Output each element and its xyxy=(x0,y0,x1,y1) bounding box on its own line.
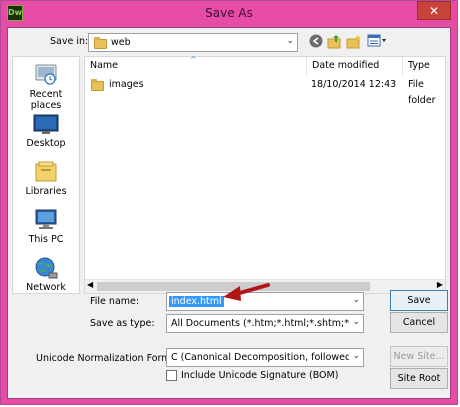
places-bar: Recent places Desktop Libraries This PC xyxy=(12,56,80,294)
save-as-type-label: Save as type: xyxy=(90,318,155,329)
unicode-normalization-value: C (Canonical Decomposition, followed by … xyxy=(171,352,349,363)
save-as-type-value: All Documents (*.htm;*.html;*.shtm;*.sht… xyxy=(171,318,349,329)
dialog-body: Save in: web ⌄ Recent places Desktop Lib… xyxy=(7,27,451,399)
libraries-icon xyxy=(33,160,59,184)
column-header-label: Date modified xyxy=(312,60,380,71)
scroll-left-icon[interactable]: ◀ xyxy=(87,280,93,289)
back-button[interactable] xyxy=(308,34,324,50)
save-in-label: Save in: xyxy=(50,36,89,47)
save-in-value: web xyxy=(111,37,131,48)
place-network[interactable]: Network xyxy=(13,256,79,293)
chevron-down-icon: ⌄ xyxy=(352,295,360,305)
place-label: Desktop xyxy=(26,138,66,149)
file-date-modified: 18/10/2014 12:43 xyxy=(311,79,397,90)
back-arrow-icon xyxy=(309,34,323,48)
place-recent-places[interactable]: Recent places xyxy=(13,63,79,111)
file-name: images xyxy=(109,79,144,90)
network-icon xyxy=(33,256,59,280)
save-button[interactable]: Save xyxy=(390,290,448,311)
save-as-dialog: Dw Save As ✕ Save in: web ⌄ Recent place… xyxy=(0,0,458,405)
cancel-button[interactable]: Cancel xyxy=(390,312,448,333)
file-name-label: File name: xyxy=(90,296,140,307)
scroll-right-icon[interactable]: ▶ xyxy=(437,280,443,289)
column-header-type[interactable]: Type xyxy=(403,57,447,75)
column-header-label: Name xyxy=(90,60,119,71)
view-details-icon xyxy=(367,34,386,47)
place-desktop[interactable]: Desktop xyxy=(13,112,79,149)
unicode-normalization-label: Unicode Normalization Form: xyxy=(36,353,174,364)
close-icon: ✕ xyxy=(428,4,440,18)
view-menu-button[interactable] xyxy=(366,34,388,50)
place-label: Recent places xyxy=(29,89,63,111)
desktop-icon xyxy=(33,112,59,136)
save-as-type-dropdown[interactable]: All Documents (*.htm;*.html;*.shtm;*.sht… xyxy=(166,314,364,333)
up-folder-icon xyxy=(327,35,341,49)
place-label: Network xyxy=(26,282,66,293)
place-libraries[interactable]: Libraries xyxy=(13,160,79,197)
chevron-down-icon: ⌄ xyxy=(352,351,360,361)
create-new-folder-button[interactable] xyxy=(346,34,362,50)
annotation-arrow-icon xyxy=(223,283,270,301)
column-header-name[interactable]: Name ^ xyxy=(85,55,307,75)
title-bar[interactable]: Dw Save As ✕ xyxy=(1,1,457,26)
chevron-down-icon: ⌄ xyxy=(352,317,360,327)
place-label: Libraries xyxy=(25,186,67,197)
computer-icon xyxy=(33,208,59,232)
folder-icon xyxy=(91,79,104,91)
unicode-signature-label: Include Unicode Signature (BOM) xyxy=(181,370,339,381)
folder-icon xyxy=(94,37,107,49)
close-button[interactable]: ✕ xyxy=(417,1,451,20)
unicode-normalization-dropdown[interactable]: C (Canonical Decomposition, followed by … xyxy=(166,348,364,367)
unicode-signature-checkbox[interactable] xyxy=(166,370,177,381)
place-label: This PC xyxy=(28,234,64,245)
chevron-down-icon: ⌄ xyxy=(286,36,294,46)
file-name-value: index.html xyxy=(169,296,224,307)
place-this-pc[interactable]: This PC xyxy=(13,208,79,245)
column-header-label: Type xyxy=(408,60,430,71)
up-one-level-button[interactable] xyxy=(327,34,343,50)
file-list[interactable]: Name ^ Date modified Type images 18/10/2… xyxy=(84,55,447,294)
site-root-button[interactable]: Site Root xyxy=(390,368,448,389)
dialog-title: Save As xyxy=(205,6,253,20)
column-header-date-modified[interactable]: Date modified xyxy=(307,57,403,75)
file-name-selected-text: index.html xyxy=(169,296,224,307)
save-in-dropdown[interactable]: web ⌄ xyxy=(88,33,298,52)
new-folder-icon xyxy=(346,35,361,49)
file-row[interactable]: images 18/10/2014 12:43 File folder xyxy=(85,77,445,106)
recent-places-icon xyxy=(33,63,59,87)
new-site-button[interactable]: New Site... xyxy=(390,346,448,367)
sort-ascending-icon: ^ xyxy=(190,55,197,64)
file-type: File folder xyxy=(408,79,436,106)
